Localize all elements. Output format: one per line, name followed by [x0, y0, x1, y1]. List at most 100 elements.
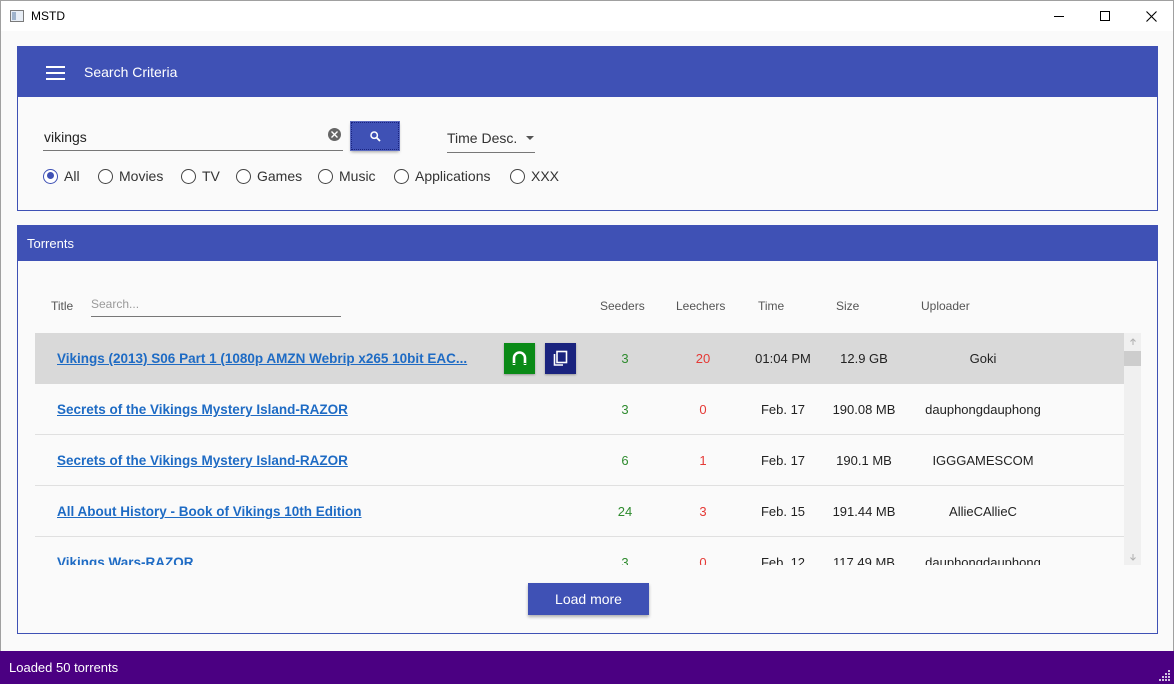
torrent-title-link[interactable]: Secrets of the Vikings Mystery Island-RA… [57, 384, 348, 435]
category-radio-all[interactable]: All [43, 168, 80, 184]
torrent-title-link[interactable]: Secrets of the Vikings Mystery Island-RA… [57, 435, 348, 486]
search-criteria-title: Search Criteria [84, 64, 178, 80]
torrent-size: 191.44 MB [832, 504, 896, 519]
window-titlebar: MSTD [0, 0, 1174, 31]
column-size[interactable]: Size [836, 299, 859, 313]
radio-unchecked-icon [181, 168, 196, 184]
leechers-count: 3 [699, 504, 707, 519]
search-criteria-card: Search Criteria Time Desc. All [17, 46, 1158, 211]
radio-unchecked-icon [98, 168, 113, 184]
radio-unchecked-icon [510, 168, 525, 184]
chevron-down-icon [526, 136, 534, 140]
category-label: Movies [119, 168, 164, 184]
scroll-down-icon[interactable] [1124, 548, 1141, 565]
torrent-time: Feb. 17 [760, 402, 806, 417]
search-criteria-header: Search Criteria [18, 47, 1157, 97]
table-row[interactable]: Vikings (2013) S06 Part 1 (1080p AMZN We… [35, 333, 1124, 384]
torrent-uploader: IGGGAMESCOM [932, 453, 1034, 468]
category-radio-music[interactable]: Music [318, 168, 376, 184]
torrent-time: Feb. 15 [760, 504, 806, 519]
radio-unchecked-icon [394, 168, 409, 184]
torrent-size: 190.08 MB [832, 402, 896, 417]
table-row[interactable]: Secrets of the Vikings Mystery Island-RA… [35, 384, 1124, 435]
torrent-title-link[interactable]: Vikings (2013) S06 Part 1 (1080p AMZN We… [57, 333, 467, 384]
search-input[interactable] [43, 125, 313, 149]
close-icon[interactable] [1128, 1, 1174, 31]
maximize-icon[interactable] [1082, 1, 1128, 31]
copy-button[interactable] [545, 343, 576, 374]
torrents-card: Torrents Title Seeders Leechers Time Siz… [17, 225, 1158, 634]
torrent-uploader: dauphongdauphong [925, 555, 1041, 565]
magnifier-icon [369, 130, 381, 142]
magnet-button[interactable] [504, 343, 535, 374]
seeders-count: 3 [621, 351, 629, 366]
resize-grip-icon[interactable] [1159, 669, 1171, 681]
torrent-uploader: AllieCAllieC [949, 504, 1017, 519]
torrents-title: Torrents [27, 236, 74, 251]
radio-checked-icon [43, 168, 58, 184]
title-filter-field [91, 293, 341, 317]
category-label: XXX [531, 168, 560, 184]
table-row[interactable]: All About History - Book of Vikings 10th… [35, 486, 1124, 537]
app-content: Search Criteria Time Desc. All [0, 31, 1174, 651]
torrent-time: Feb. 12 [760, 555, 806, 565]
torrent-list: Vikings (2013) S06 Part 1 (1080p AMZN We… [35, 333, 1124, 565]
category-radio-xxx[interactable]: XXX [510, 168, 559, 184]
torrent-size: 190.1 MB [836, 453, 892, 468]
copy-icon [553, 350, 568, 366]
sort-selected-value: Time Desc. [447, 130, 518, 146]
table-header: Title Seeders Leechers Time Size Uploade… [18, 261, 1157, 333]
category-radio-games[interactable]: Games [236, 168, 302, 184]
category-label: Applications [415, 168, 491, 184]
sort-select[interactable]: Time Desc. [447, 128, 535, 153]
minimize-icon[interactable] [1036, 1, 1082, 31]
category-label: TV [202, 168, 220, 184]
search-button[interactable] [350, 121, 400, 151]
category-radio-applications[interactable]: Applications [394, 168, 491, 184]
seeders-count: 3 [621, 402, 629, 417]
app-window-icon [10, 10, 24, 22]
search-field [43, 125, 343, 151]
table-row[interactable]: Secrets of the Vikings Mystery Island-RA… [35, 435, 1124, 486]
hamburger-menu-icon[interactable] [46, 66, 65, 80]
magnet-icon [512, 351, 527, 365]
torrent-size: 12.9 GB [840, 351, 888, 366]
torrent-time: Feb. 17 [760, 453, 806, 468]
torrent-title-link[interactable]: Vikings Wars-RAZOR [57, 537, 194, 565]
column-leechers[interactable]: Leechers [676, 299, 725, 313]
title-filter-input[interactable] [91, 293, 331, 311]
category-label: Music [339, 168, 376, 184]
category-label: All [64, 168, 80, 184]
seeders-count: 24 [617, 504, 633, 519]
seeders-count: 3 [621, 555, 629, 565]
torrents-header: Torrents [18, 226, 1157, 261]
status-text: Loaded 50 torrents [9, 660, 119, 675]
torrent-size: 117.49 MB [833, 555, 895, 565]
category-radio-movies[interactable]: Movies [98, 168, 163, 184]
radio-unchecked-icon [236, 168, 251, 184]
vertical-scrollbar[interactable] [1124, 333, 1141, 565]
column-uploader[interactable]: Uploader [921, 299, 970, 313]
scrollbar-thumb[interactable] [1124, 351, 1141, 366]
category-radio-tv[interactable]: TV [181, 168, 220, 184]
torrent-time: 01:04 PM [755, 351, 811, 366]
load-more-button[interactable]: Load more [528, 583, 649, 615]
column-time[interactable]: Time [758, 299, 784, 313]
torrent-uploader: dauphongdauphong [925, 402, 1041, 417]
leechers-count: 0 [699, 555, 707, 565]
leechers-count: 20 [695, 351, 711, 366]
column-seeders[interactable]: Seeders [600, 299, 645, 313]
status-bar: Loaded 50 torrents [0, 651, 1174, 684]
table-row[interactable]: Vikings Wars-RAZOR 3 0 Feb. 12 117.49 MB… [35, 537, 1124, 565]
seeders-count: 6 [621, 453, 629, 468]
torrent-uploader: Goki [969, 351, 997, 366]
clear-circle-icon[interactable] [328, 128, 341, 141]
radio-unchecked-icon [318, 168, 333, 184]
leechers-count: 0 [699, 402, 707, 417]
leechers-count: 1 [699, 453, 707, 468]
category-label: Games [257, 168, 303, 184]
window-title: MSTD [31, 9, 65, 23]
column-title: Title [51, 299, 74, 313]
torrent-title-link[interactable]: All About History - Book of Vikings 10th… [57, 486, 362, 537]
scroll-up-icon[interactable] [1124, 333, 1141, 350]
